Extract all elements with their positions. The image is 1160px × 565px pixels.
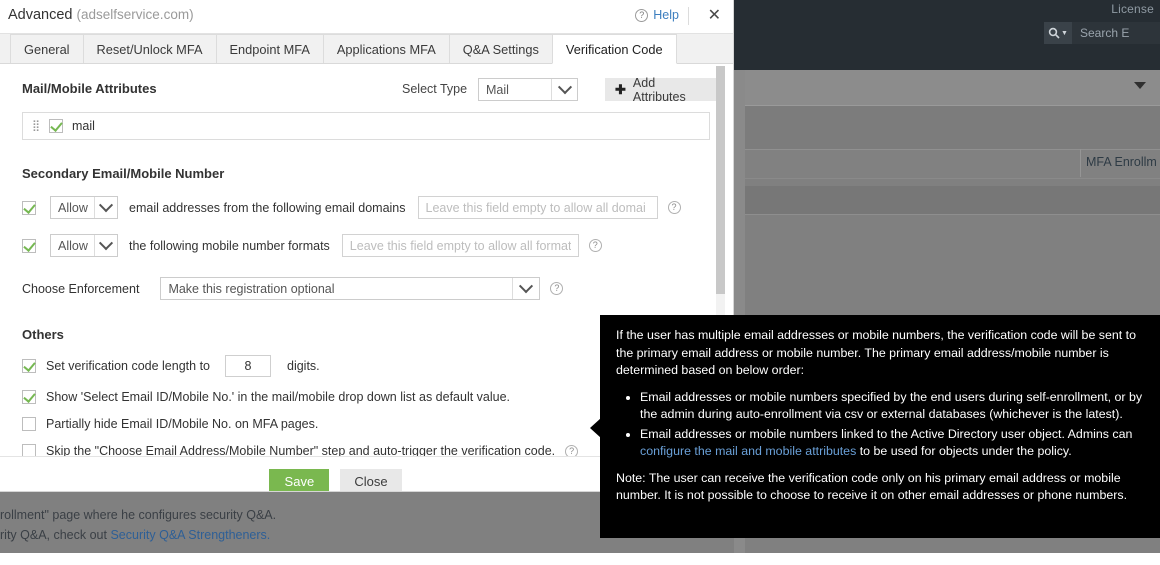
mobile-format-help-icon[interactable]: ? xyxy=(588,239,602,252)
email-domain-mode-value: Allow xyxy=(58,200,88,215)
email-domains-input[interactable] xyxy=(417,196,658,219)
configure-mail-mobile-attributes-link[interactable]: configure the mail and mobile attributes xyxy=(640,444,856,458)
mobile-format-rule-label: the following mobile number formats xyxy=(129,238,330,253)
mobile-format-mode-value: Allow xyxy=(58,238,88,253)
code-length-suffix: digits. xyxy=(287,359,320,373)
choose-enforcement-label: Choose Enforcement xyxy=(22,281,140,296)
global-search[interactable]: ▼ Search E xyxy=(1044,22,1160,44)
drag-handle-icon[interactable]: ⣿ xyxy=(32,120,40,131)
divider xyxy=(745,214,1160,215)
tab-reset-unlock-mfa[interactable]: Reset/Unlock MFA xyxy=(82,34,217,63)
email-domain-mode-dropdown[interactable]: Allow xyxy=(50,196,118,219)
partially-hide-label: Partially hide Email ID/Mobile No. on MF… xyxy=(46,417,319,431)
add-attributes-label: Add Attributes xyxy=(632,75,686,104)
show-select-email-checkbox[interactable] xyxy=(22,390,36,404)
help-link[interactable]: ? Help xyxy=(635,8,679,22)
choose-enforcement-row: Choose Enforcement Make this registratio… xyxy=(22,277,718,300)
mobile-format-mode-dropdown[interactable]: Allow xyxy=(50,234,118,257)
email-domain-help-icon[interactable]: ? xyxy=(667,201,681,214)
chevron-down-icon xyxy=(512,278,539,299)
tooltip-list: Email addresses or mobile numbers specif… xyxy=(616,389,1144,461)
license-link[interactable]: License xyxy=(1111,2,1154,16)
mobile-format-rule-checkbox[interactable] xyxy=(22,238,36,253)
choose-enforcement-help-icon[interactable]: ? xyxy=(550,282,564,295)
close-icon[interactable]: ✕ xyxy=(708,6,721,26)
tooltip-note: Note: The user can receive the verificat… xyxy=(616,470,1128,503)
tooltip-bullet-2: Email addresses or mobile numbers linked… xyxy=(640,426,1144,461)
close-button[interactable]: Close xyxy=(340,469,402,491)
dialog-domain-text: (adselfservice.com) xyxy=(76,7,194,22)
tab-verification-code[interactable]: Verification Code xyxy=(551,34,677,64)
email-domain-rule-checkbox[interactable] xyxy=(22,200,36,215)
chevron-down-icon xyxy=(94,197,117,218)
tab-qa-settings[interactable]: Q&A Settings xyxy=(448,34,553,63)
chevron-down-icon: ▼ xyxy=(1061,29,1068,37)
choose-enforcement-value: Make this registration optional xyxy=(168,281,335,296)
background-text-fragment: rity Q&A, check out xyxy=(0,528,111,542)
chevron-down-icon[interactable] xyxy=(1134,82,1146,89)
background-text-line-cut xyxy=(0,545,740,565)
secondary-email-mobile-section: Secondary Email/Mobile Number Allow emai… xyxy=(22,166,718,300)
attribute-row[interactable]: ⣿ mail xyxy=(23,113,709,139)
help-label: Help xyxy=(653,8,679,22)
select-type-value: Mail xyxy=(486,82,509,97)
search-input[interactable]: Search E xyxy=(1072,22,1160,44)
attributes-list: ⣿ mail xyxy=(22,112,710,140)
tab-general[interactable]: General xyxy=(10,34,84,63)
mobile-formats-input[interactable] xyxy=(341,234,579,257)
section-title-secondary: Secondary Email/Mobile Number xyxy=(22,166,225,181)
search-icon[interactable]: ▼ xyxy=(1044,22,1072,44)
dialog-tabs: General Reset/Unlock MFA Endpoint MFA Ap… xyxy=(0,34,733,64)
header-divider xyxy=(688,7,689,25)
dialog-scrollbar-thumb[interactable] xyxy=(716,66,725,294)
skip-choose-address-label: Skip the "Choose Email Address/Mobile Nu… xyxy=(46,444,556,456)
column-separator xyxy=(1080,149,1081,177)
content-band xyxy=(745,186,1160,214)
verification-code-tooltip: If the user has multiple email addresses… xyxy=(600,315,1160,538)
email-domain-rule-label: email addresses from the following email… xyxy=(129,200,406,215)
add-attributes-button[interactable]: ✚ Add Attributes xyxy=(605,75,718,104)
question-circle-icon: ? xyxy=(635,8,649,22)
email-domain-rule-row: Allow email addresses from the following… xyxy=(22,196,718,219)
section-title-attributes: Mail/Mobile Attributes xyxy=(22,81,157,96)
code-length-input[interactable] xyxy=(225,355,271,377)
attribute-checkbox[interactable] xyxy=(49,119,63,133)
plus-icon: ✚ xyxy=(615,82,626,97)
security-qa-strengtheners-link[interactable]: Security Q&A Strengtheners. xyxy=(110,528,270,542)
select-type-dropdown[interactable]: Mail xyxy=(478,78,578,101)
tooltip-arrow-icon xyxy=(590,418,601,438)
column-header-label: MFA Enrollm xyxy=(1086,155,1157,169)
tooltip-bullet-2-post: to be used for objects under the policy. xyxy=(856,444,1072,458)
save-button[interactable]: Save xyxy=(269,469,330,491)
dialog-header: Advanced (adselfservice.com) ? Help ✕ xyxy=(0,0,733,34)
content-band xyxy=(745,106,1160,149)
code-length-label: Set verification code length to xyxy=(46,359,210,373)
chevron-down-icon xyxy=(551,79,577,100)
skip-choose-address-checkbox[interactable] xyxy=(22,444,36,456)
show-select-email-label: Show 'Select Email ID/Mobile No.' in the… xyxy=(46,390,511,404)
tooltip-bullet-1: Email addresses or mobile numbers specif… xyxy=(640,389,1144,424)
mobile-format-rule-row: Allow the following mobile number format… xyxy=(22,234,718,257)
select-type-label: Select Type xyxy=(402,82,468,96)
tab-endpoint-mfa[interactable]: Endpoint MFA xyxy=(215,34,324,63)
content-toolbar xyxy=(745,70,1160,106)
dialog-title-text: Advanced xyxy=(8,7,73,23)
mail-mobile-attributes-header: Mail/Mobile Attributes Select Type Mail … xyxy=(22,75,718,104)
tab-applications-mfa[interactable]: Applications MFA xyxy=(322,34,450,63)
attribute-name: mail xyxy=(72,119,95,133)
choose-enforcement-dropdown[interactable]: Make this registration optional xyxy=(160,277,541,300)
tooltip-intro: If the user has multiple email addresses… xyxy=(616,328,1136,377)
skip-choose-address-help-icon[interactable]: ? xyxy=(565,444,579,456)
partially-hide-checkbox[interactable] xyxy=(22,417,36,431)
code-length-checkbox[interactable] xyxy=(22,359,36,373)
tooltip-bullet-2-pre: Email addresses or mobile numbers linked… xyxy=(640,426,1133,441)
dialog-title: Advanced (adselfservice.com) xyxy=(8,7,194,23)
chevron-down-icon xyxy=(94,235,117,256)
